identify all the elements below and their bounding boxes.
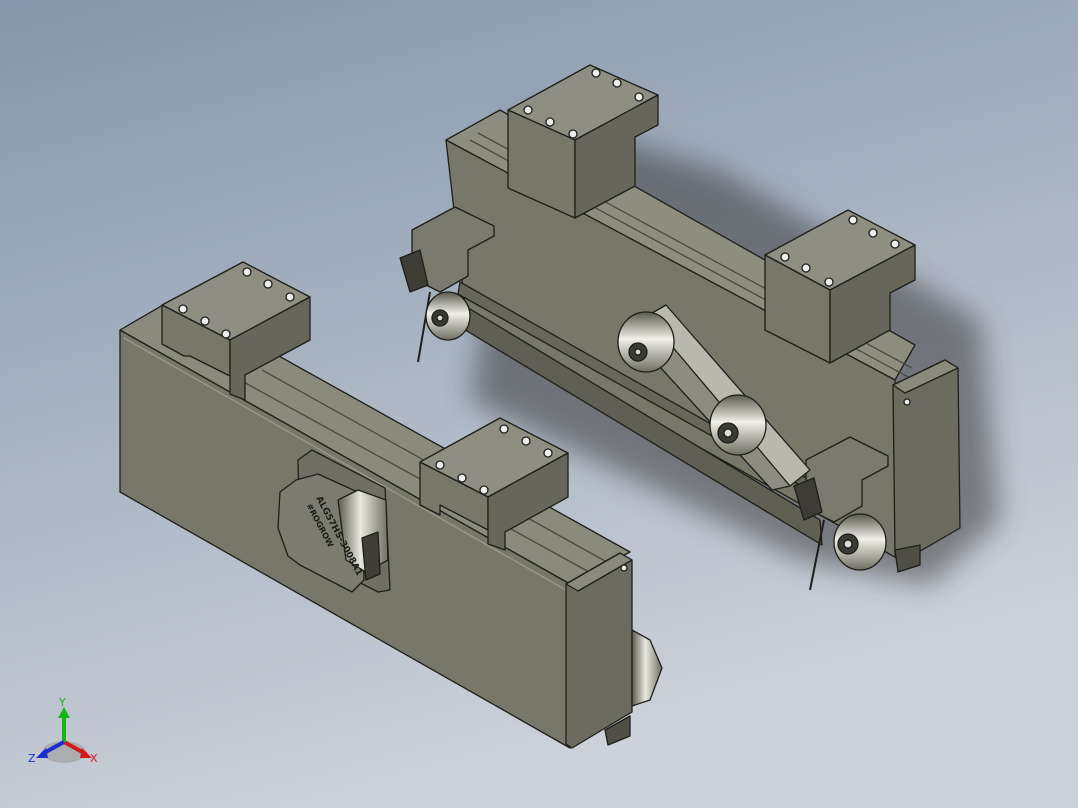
rear-idler-pulley-top [617,311,675,373]
front-carriage-right-bolt [499,424,509,434]
rear-idler-pulley-mid [709,394,767,456]
front-carriage-left-bolt [178,304,188,314]
cad-viewport[interactable]: ALG57HS-3008A1 #ROGROW X Y Z [0,0,1078,808]
front-end-cap-hole [620,564,628,572]
front-carriage-right-bolt [521,436,531,446]
front-carriage-right-bolt [543,448,553,458]
rear-carriage-left-bolt [568,129,578,139]
front-carriage-right-bolt [457,473,467,483]
rear-end-cap-hole [903,398,911,406]
rear-carriage-right-bolt [801,263,811,273]
front-motor-key [361,531,381,581]
rear-roller-left-bore [436,314,444,322]
rear-carriage-left-bolt [591,68,601,78]
rear-carriage-right-bolt [824,277,834,287]
rear-idler-top-bore [634,348,642,356]
front-carriage-left-bolt [200,316,210,326]
front-carriage-right-bolt [479,485,489,495]
front-carriage-left-bolt [221,329,231,339]
front-carriage-left-bolt [263,279,273,289]
cad-model-view: ALG57HS-3008A1 #ROGROW X Y Z [0,0,1078,808]
rear-carriage-right-bolt [868,228,878,238]
rear-carriage-right-bolt [848,215,858,225]
triad-z-label: Z [28,752,36,765]
rear-carriage-right-bolt [780,252,790,262]
front-carriage-right-bolt [435,460,445,470]
rear-roller-right-bore [843,539,853,549]
front-carriage-left-bolt [285,292,295,302]
front-carriage-left-bolt [242,267,252,277]
rear-carriage-left-bolt [523,105,533,115]
triad-x-label: X [90,752,98,765]
rear-carriage-left-bolt [612,78,622,88]
rear-carriage-left-bolt [545,117,555,127]
rear-carriage-right-bolt [890,239,900,249]
triad-y-label: Y [58,696,66,709]
rear-idler-mid-bore [723,428,733,438]
rear-carriage-left-bolt [634,92,644,102]
